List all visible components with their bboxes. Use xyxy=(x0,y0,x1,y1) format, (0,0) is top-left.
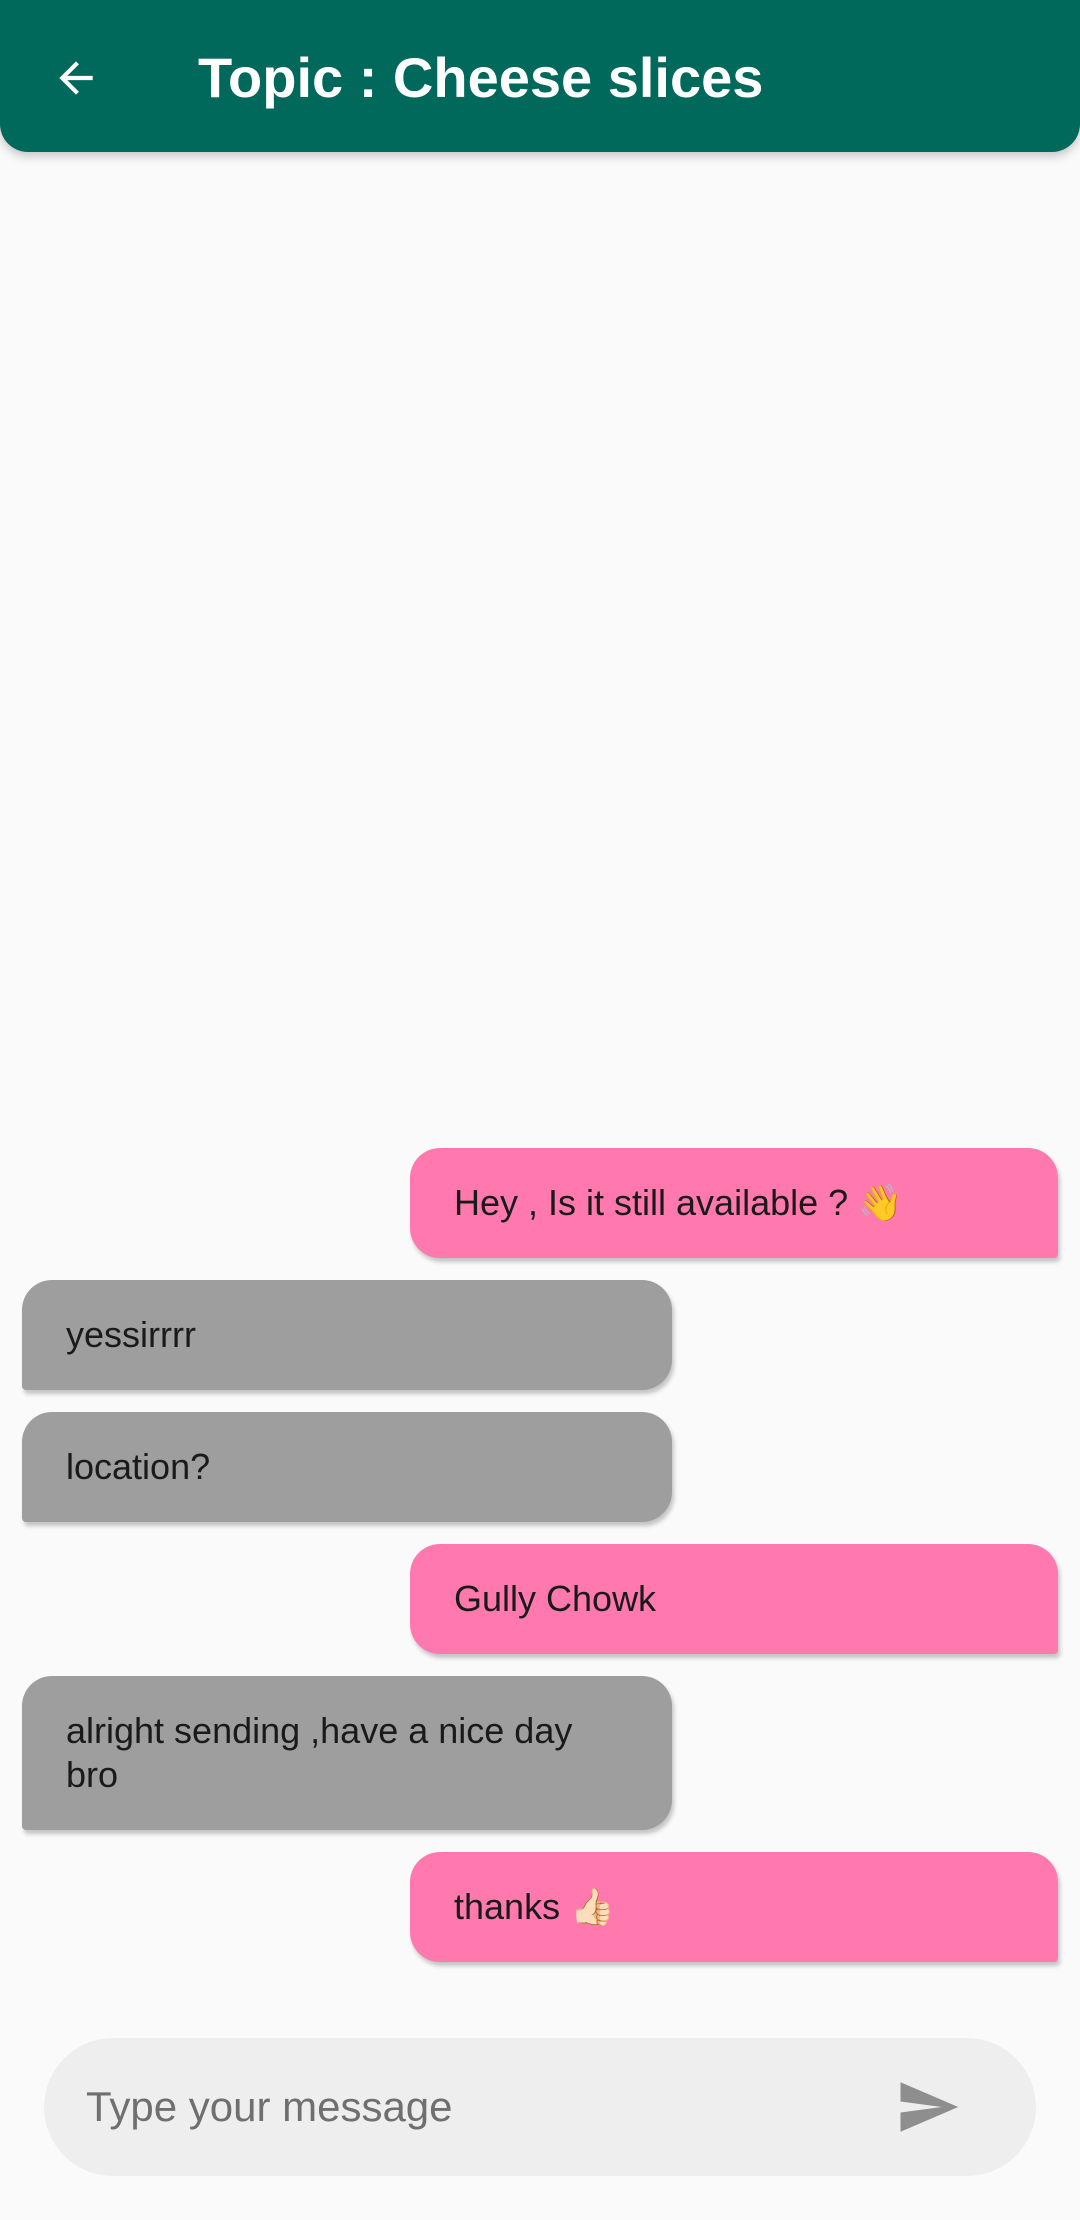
message-bubble-sent[interactable]: Hey , Is it still available ? 👋 xyxy=(410,1148,1058,1258)
message-bubble-received[interactable]: alright sending ,have a nice day bro xyxy=(22,1676,672,1830)
message-composer xyxy=(44,2038,1036,2176)
send-button[interactable] xyxy=(890,2071,966,2143)
message-text: yessirrrr xyxy=(66,1314,196,1355)
message-bubble-sent[interactable]: thanks 👍🏻 xyxy=(410,1852,1058,1962)
message-text: location? xyxy=(66,1446,211,1487)
message-bubble-received[interactable]: location? xyxy=(22,1412,672,1522)
message-text: alright sending ,have a nice day bro xyxy=(66,1710,573,1795)
send-icon xyxy=(900,2082,959,2132)
message-bubble-received[interactable]: yessirrrr xyxy=(22,1280,672,1390)
message-text: Gully Chowk xyxy=(454,1578,657,1619)
message-text: thanks 👍🏻 xyxy=(454,1886,615,1927)
message-text: Hey , Is it still available ? 👋 xyxy=(454,1182,903,1223)
message-list: Hey , Is it still available ? 👋 yessirrr… xyxy=(0,0,1080,2220)
message-input[interactable] xyxy=(86,2038,866,2176)
message-bubble-sent[interactable]: Gully Chowk xyxy=(410,1544,1058,1654)
